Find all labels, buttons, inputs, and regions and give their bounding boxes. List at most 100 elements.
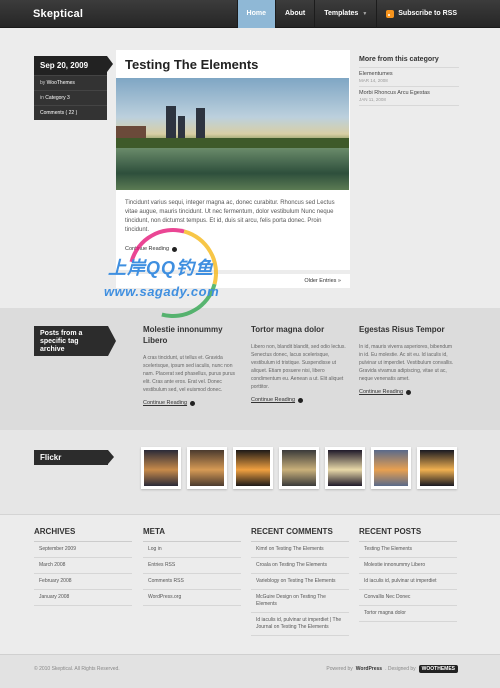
nav-subscribe-label: Subscribe to RSS — [398, 10, 457, 17]
meta-link[interactable]: Log in — [143, 542, 241, 558]
comment-link[interactable]: Kimrl on Testing The Elements — [251, 542, 349, 558]
comment-link[interactable]: Varieblogy on Testing The Elements — [251, 574, 349, 590]
arrow-right-icon — [190, 400, 196, 406]
post-date: Sep 20, 2009 — [34, 56, 113, 75]
meta-link[interactable]: WordPress.org — [143, 590, 241, 606]
recent-post-link[interactable]: Id iaculis id, pulvinar ut imperdiet — [359, 574, 457, 590]
widget-recent-posts: RECENT POSTS Testing The Elements Molest… — [359, 527, 457, 622]
meta-link[interactable]: Comments RSS — [143, 574, 241, 590]
post-author-row: by WooThemes — [34, 75, 107, 90]
recent-post-link[interactable]: Convallis Nec Donec — [359, 590, 457, 606]
sidebar-title: More from this category — [359, 56, 459, 68]
wordpress-link[interactable]: WordPress — [356, 666, 382, 672]
watermark-url: www.sagady.com — [104, 284, 220, 299]
tag-post-continue-link[interactable]: Continue Reading — [251, 397, 349, 403]
sidebar-post-item[interactable]: Elementumes MAR 14, 2008 — [359, 68, 459, 87]
meta-link[interactable]: Entries RSS — [143, 558, 241, 574]
archive-link[interactable]: September 2009 — [34, 542, 132, 558]
building-shape — [196, 108, 205, 138]
post-category-row: in Category 3 — [34, 90, 107, 105]
chevron-down-icon: ▼ — [362, 11, 368, 17]
post-author-link[interactable]: WooThemes — [47, 80, 75, 86]
nav-home[interactable]: Home — [236, 0, 275, 28]
flickr-thumbnail[interactable] — [279, 447, 319, 489]
flickr-photo — [236, 450, 270, 486]
archive-link[interactable]: January 2008 — [34, 590, 132, 606]
continue-label: Continue Reading — [143, 400, 188, 406]
continue-label: Continue Reading — [359, 389, 404, 395]
site-header: Skeptical Home About Templates ▼ Subscrib… — [0, 0, 500, 28]
archive-link[interactable]: March 2008 — [34, 558, 132, 574]
recent-post-link[interactable]: Testing The Elements — [359, 542, 457, 558]
nav-about[interactable]: About — [274, 0, 314, 28]
arrow-right-icon — [406, 389, 412, 395]
archive-link[interactable]: February 2008 — [34, 574, 132, 590]
continue-label: Continue Reading — [251, 397, 296, 403]
sidebar-post-date: JAN 11, 2008 — [359, 97, 386, 102]
tag-post: Tortor magna dolor Libero non, blandit b… — [251, 324, 349, 403]
watermark-title: 上岸QQ钓鱼 — [108, 258, 215, 278]
sidebar-post-title: Morbi Rhoncus Arcu Egestas — [359, 90, 430, 96]
designed-prefix: . Designed by — [385, 666, 416, 672]
post-comments-link[interactable]: Comments ( 22 ) — [40, 110, 77, 116]
tag-post-title[interactable]: Egestas Risus Tempor — [359, 324, 457, 335]
flickr-photo — [190, 450, 224, 486]
tag-post: Egestas Risus Tempor In id, mauris viver… — [359, 324, 457, 395]
flickr-thumbnail[interactable] — [371, 447, 411, 489]
flickr-photo — [328, 450, 362, 486]
nav-templates[interactable]: Templates ▼ — [314, 0, 376, 28]
post-meta: Sep 20, 2009 by WooThemes in Category 3 … — [34, 56, 113, 120]
post-title[interactable]: Testing The Elements — [125, 57, 341, 72]
category-sidebar: More from this category Elementumes MAR … — [359, 56, 459, 106]
comment-link[interactable]: McGuire Design on Testing The Elements — [251, 590, 349, 613]
nav-home-label: Home — [246, 10, 266, 17]
sidebar-post-date: MAR 14, 2008 — [359, 78, 388, 83]
widget-meta: META Log in Entries RSS Comments RSS Wor… — [143, 527, 241, 606]
widget-title: META — [143, 527, 241, 542]
nav-templates-label: Templates — [324, 10, 359, 17]
tag-archive-label: Posts from a specific tag archive — [34, 326, 116, 356]
flickr-photo — [374, 450, 408, 486]
arrow-right-icon — [298, 397, 304, 403]
building-shape — [116, 126, 146, 138]
flickr-thumbnail[interactable] — [233, 447, 273, 489]
recent-post-link[interactable]: Molestie innonummy Libero — [359, 558, 457, 574]
comment-link[interactable]: Id iaculis id, pulvinar ut imperdiet | T… — [251, 613, 349, 636]
flickr-thumbnail[interactable] — [325, 447, 365, 489]
tag-post-text: In id, mauris viverra asperiores, bibend… — [359, 344, 454, 382]
sidebar-post-item[interactable]: Morbi Rhoncus Arcu Egestas JAN 11, 2008 — [359, 87, 459, 106]
flickr-thumbnail[interactable] — [417, 447, 457, 489]
powered-prefix: Powered by — [326, 666, 353, 672]
widget-title: ARCHIVES — [34, 527, 132, 542]
sidebar-post-title: Elementumes — [359, 71, 393, 77]
copyright-text: © 2010 Skeptical. All Rights Reserved. — [34, 666, 120, 672]
recent-post-link[interactable]: Tortor magna dolor — [359, 606, 457, 622]
flickr-photo — [282, 450, 316, 486]
tag-post-continue-link[interactable]: Continue Reading — [143, 400, 241, 406]
by-prefix: by — [40, 80, 46, 86]
rss-icon — [386, 10, 395, 18]
flickr-photo — [144, 450, 178, 486]
water-reflection — [116, 148, 349, 190]
tag-post-text: Libero non, blandit blandit, sed odio le… — [251, 344, 346, 390]
tag-post-continue-link[interactable]: Continue Reading — [359, 389, 457, 395]
in-prefix: in — [40, 95, 44, 101]
nav-subscribe-rss[interactable]: Subscribe to RSS — [376, 0, 466, 28]
post-category-link[interactable]: Category 3 — [45, 95, 69, 101]
tag-post-title[interactable]: Molestie innonummy Libero — [143, 324, 241, 346]
nav-about-label: About — [284, 10, 306, 17]
woothemes-logo[interactable]: WOOTHEMES — [418, 665, 458, 673]
post-image — [116, 78, 349, 190]
flickr-photo — [420, 450, 454, 486]
widget-recent-comments: RECENT COMMENTS Kimrl on Testing The Ele… — [251, 527, 349, 636]
main-nav: Home About Templates ▼ Subscribe to RSS — [236, 0, 466, 28]
flickr-thumbnail[interactable] — [187, 447, 227, 489]
comment-link[interactable]: Croala on Testing The Elements — [251, 558, 349, 574]
building-shape — [178, 116, 185, 138]
footer-credit: Powered by WordPress . Designed by WOOTH… — [326, 665, 458, 673]
site-logo[interactable]: Skeptical — [33, 8, 83, 20]
flickr-thumbnail[interactable] — [141, 447, 181, 489]
widget-title: RECENT POSTS — [359, 527, 457, 542]
widget-archives: ARCHIVES September 2009 March 2008 Febru… — [34, 527, 132, 606]
tag-post-title[interactable]: Tortor magna dolor — [251, 324, 349, 335]
